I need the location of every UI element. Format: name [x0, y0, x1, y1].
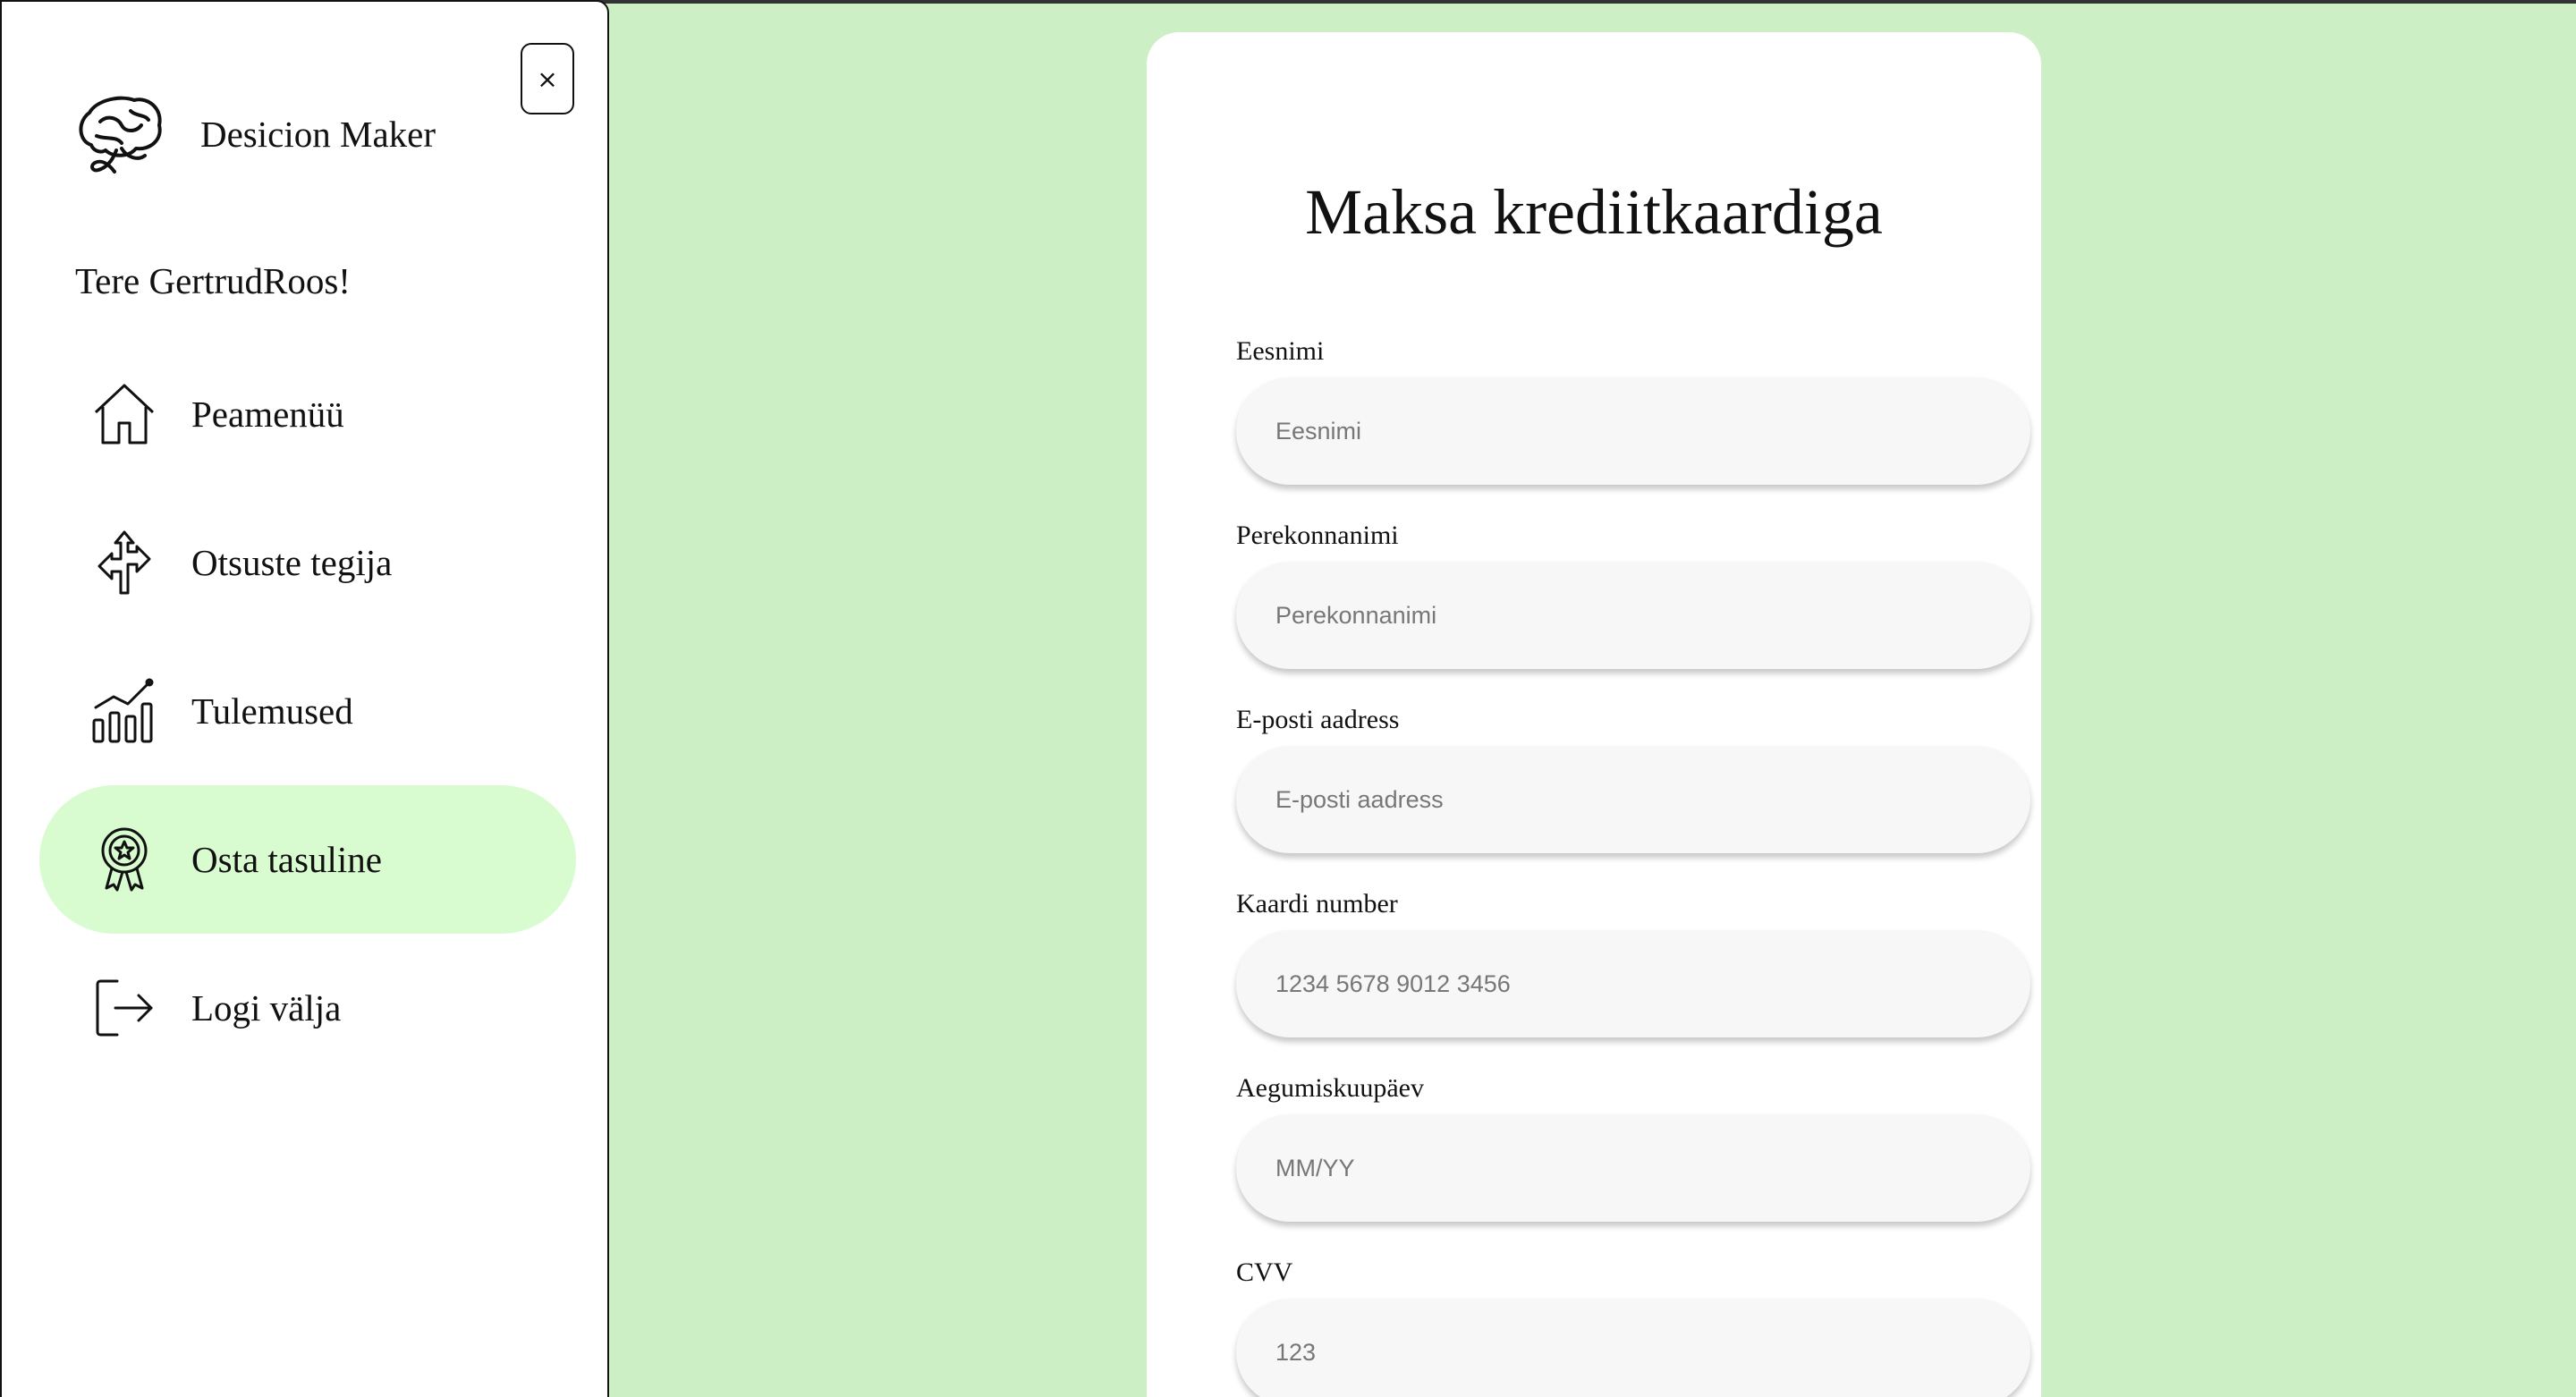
first-name-input[interactable]: [1236, 377, 2030, 485]
home-icon: [89, 378, 160, 450]
cvv-label: CVV: [1236, 1257, 1293, 1287]
last-name-label: Perekonnanimi: [1236, 521, 1399, 550]
close-sidebar-button[interactable]: ×: [521, 43, 574, 114]
sidebar-item-peamenuu[interactable]: Peamenüü: [39, 340, 576, 488]
email-input[interactable]: [1236, 746, 2030, 853]
sidebar-item-tulemused[interactable]: Tulemused: [39, 637, 576, 785]
logout-icon: [89, 972, 160, 1044]
page-title: Maksa krediitkaardiga: [1305, 176, 1883, 248]
sidebar-item-logi-valja[interactable]: Logi välja: [39, 934, 576, 1082]
first-name-label: Eesnimi: [1236, 336, 1325, 366]
expiry-date-input[interactable]: [1236, 1114, 2030, 1222]
sidebar: × Desicion Maker Tere GertrudRoos! Peame…: [0, 0, 609, 1397]
brand-name: Desicion Maker: [200, 114, 436, 155]
expiry-date-label: Aegumiskuupäev: [1236, 1073, 1424, 1103]
sidebar-item-label: Tulemused: [191, 690, 353, 732]
award-icon: [89, 824, 160, 895]
sidebar-item-label: Peamenüü: [191, 394, 344, 435]
card-number-label: Kaardi number: [1236, 889, 1398, 919]
email-label: E-posti aadress: [1236, 705, 1400, 734]
last-name-input[interactable]: [1236, 562, 2030, 669]
brain-icon: [73, 91, 166, 177]
sidebar-item-osta-tasuline[interactable]: Osta tasuline: [39, 785, 576, 934]
directions-icon: [89, 527, 160, 598]
sidebar-item-label: Logi välja: [191, 987, 342, 1029]
bar-chart-icon: [89, 675, 160, 747]
cvv-input[interactable]: [1236, 1299, 2030, 1397]
greeting-text: Tere GertrudRoos!: [75, 260, 351, 301]
sidebar-item-otsuste-tegija[interactable]: Otsuste tegija: [39, 488, 576, 637]
payment-card: Maksa krediitkaardiga Eesnimi Perekonnan…: [1147, 32, 2041, 1397]
card-number-input[interactable]: [1236, 930, 2030, 1037]
brand[interactable]: Desicion Maker: [73, 91, 436, 177]
sidebar-item-label: Otsuste tegija: [191, 542, 393, 583]
sidebar-item-label: Osta tasuline: [191, 839, 382, 880]
